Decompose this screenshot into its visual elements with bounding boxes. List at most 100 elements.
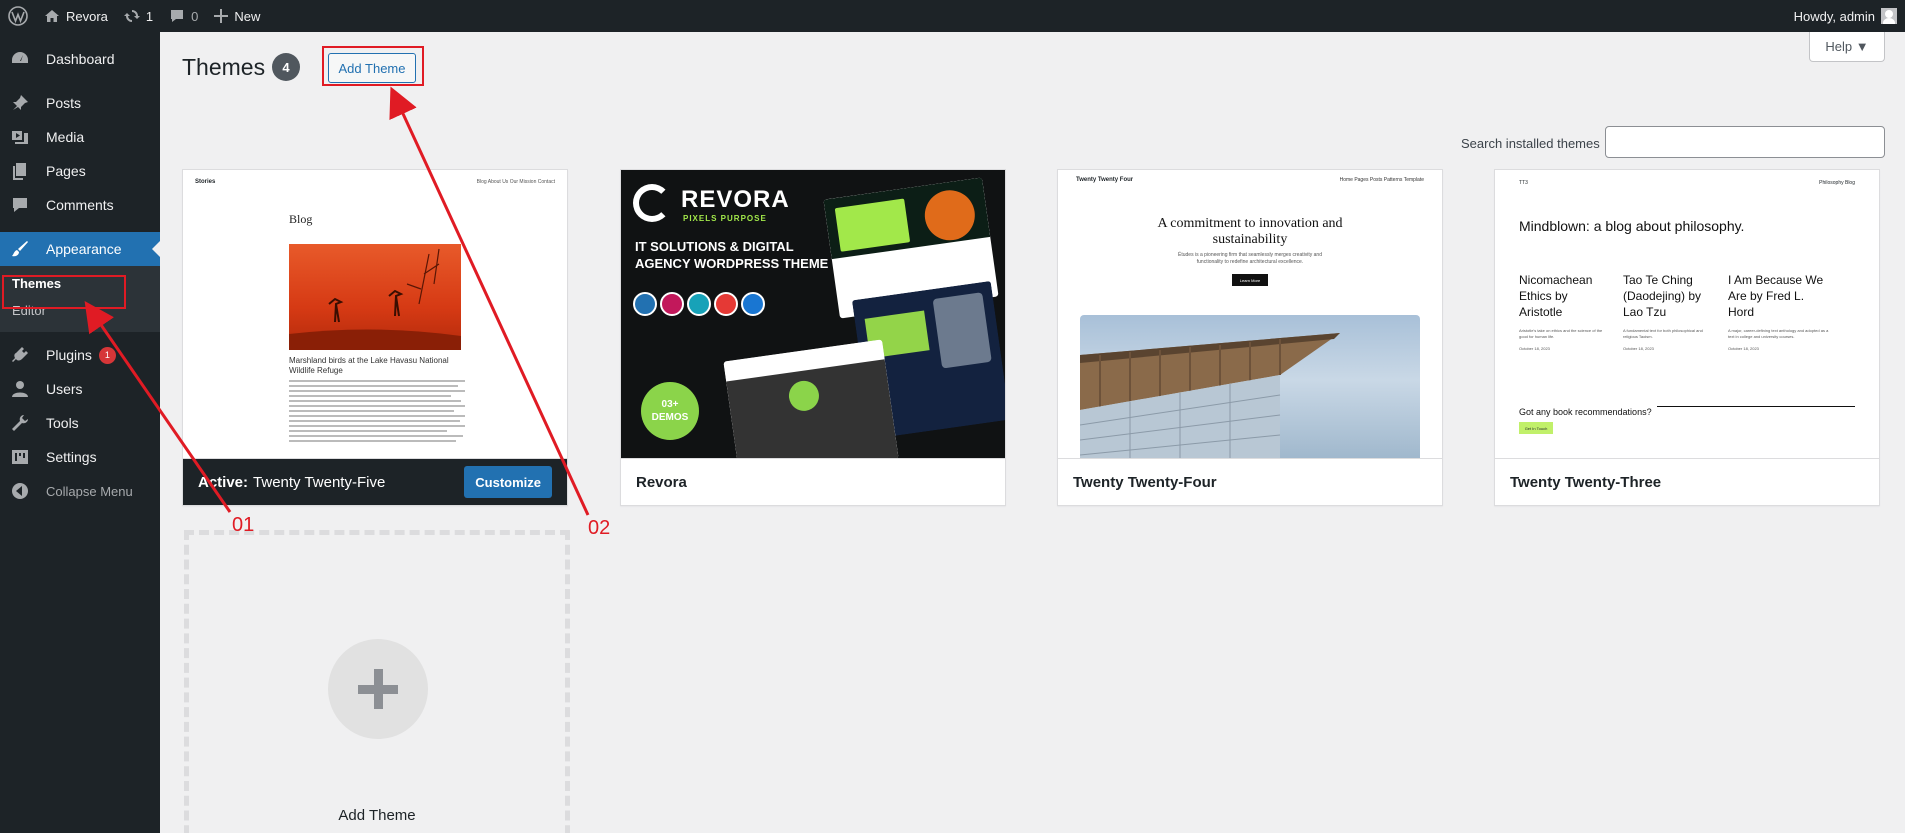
sidebar-item-label: Pages bbox=[46, 163, 86, 179]
collapse-menu-button[interactable]: Collapse Menu bbox=[0, 474, 160, 508]
preview-subtext: Études is a pioneering firm that seamles… bbox=[1178, 252, 1322, 265]
sidebar-item-label: Dashboard bbox=[46, 51, 115, 67]
preview-tagline: PIXELS PURPOSE bbox=[683, 214, 767, 223]
preview-body-text bbox=[289, 380, 465, 445]
demos-badge: 03+ DEMOS bbox=[641, 382, 699, 440]
sidebar-item-appearance[interactable]: Appearance bbox=[0, 232, 160, 266]
revora-logo-icon bbox=[633, 184, 671, 222]
theme-name-bar: Twenty Twenty-Three bbox=[1495, 458, 1879, 505]
customize-button[interactable]: Customize bbox=[464, 466, 552, 498]
users-icon bbox=[12, 381, 28, 397]
updates-icon bbox=[123, 10, 140, 22]
site-name: Revora bbox=[66, 8, 108, 24]
sidebar-item-media[interactable]: Media bbox=[0, 120, 160, 154]
sidebar-item-pages[interactable]: Pages bbox=[0, 154, 160, 188]
preview-nav: Blog About Us Our Mission Contact bbox=[476, 179, 555, 185]
admin-sidebar: Dashboard Posts Media Pages Comments App… bbox=[0, 32, 160, 833]
account-menu[interactable]: Howdy, admin bbox=[1780, 0, 1905, 32]
sidebar-item-label: Tools bbox=[46, 415, 79, 431]
greeting: Howdy, admin bbox=[1793, 8, 1875, 24]
comment-icon bbox=[171, 10, 184, 22]
wordpress-logo-icon[interactable] bbox=[0, 0, 36, 32]
sidebar-item-label: Users bbox=[46, 381, 83, 397]
sidebar-item-settings[interactable]: Settings bbox=[0, 440, 160, 474]
submenu-item-themes[interactable]: Themes bbox=[0, 270, 160, 297]
theme-name-bar: Twenty Twenty-Four bbox=[1058, 458, 1442, 505]
new-content-link[interactable]: New bbox=[206, 0, 268, 32]
admin-bar: Revora 1 0 New Howdy, admin bbox=[0, 0, 1905, 32]
mountain-icon bbox=[741, 292, 765, 316]
demos-count: 03+ bbox=[661, 399, 679, 410]
pin-icon bbox=[13, 95, 28, 110]
submenu-item-editor[interactable]: Editor bbox=[0, 297, 160, 324]
sidebar-item-users[interactable]: Users bbox=[0, 372, 160, 406]
elementor-icon bbox=[660, 292, 684, 316]
preview-post-desc: A fundamental text for both philosophica… bbox=[1623, 328, 1703, 339]
preview-nav: Philosophy Blog bbox=[1819, 180, 1855, 186]
preview-post-desc: Aristotle's take on ethics and the scien… bbox=[1519, 328, 1603, 339]
theme-name: Revora bbox=[636, 473, 687, 491]
avatar bbox=[1881, 8, 1897, 24]
theme-screenshot[interactable]: Stories Blog About Us Our Mission Contac… bbox=[183, 170, 567, 458]
preview-post-title: Tao Te Ching (Daodejing) by Lao Tzu bbox=[1623, 273, 1702, 319]
preview-image-birds bbox=[289, 244, 461, 350]
theme-card-twenty-twenty-three[interactable]: TT3 Philosophy Blog Mindblown: a blog ab… bbox=[1494, 169, 1880, 506]
theme-name-bar: Revora bbox=[621, 458, 1005, 505]
wrench-icon bbox=[12, 415, 28, 431]
preview-question: Got any book recommendations? bbox=[1519, 407, 1652, 417]
preview-post-date: October 18, 2023 bbox=[1623, 346, 1654, 351]
updates-count: 1 bbox=[145, 8, 154, 24]
preview-post: I Am Because We Are by Fred L. Hord A ma… bbox=[1728, 272, 1832, 351]
preview-brand: REVORA bbox=[681, 186, 790, 213]
search-input[interactable] bbox=[1605, 126, 1885, 158]
new-label: New bbox=[234, 8, 261, 24]
sidebar-item-label: Plugins bbox=[46, 347, 92, 363]
preview-mockup-3 bbox=[723, 339, 899, 458]
wordpress-icon bbox=[633, 292, 657, 316]
site-name-link[interactable]: Revora bbox=[36, 0, 116, 32]
preview-post-desc: A major, career-defining text anthology … bbox=[1728, 328, 1829, 339]
slider-icon bbox=[687, 292, 711, 316]
sidebar-item-plugins[interactable]: Plugins 1 bbox=[0, 338, 160, 372]
theme-screenshot[interactable]: Twenty Twenty Four Home Pages Posts Patt… bbox=[1058, 170, 1442, 458]
theme-card-twenty-twenty-five[interactable]: Stories Blog About Us Our Mission Contac… bbox=[182, 169, 568, 506]
plugin-icon bbox=[12, 347, 28, 362]
sidebar-item-dashboard[interactable]: Dashboard bbox=[0, 42, 160, 76]
comments-link[interactable]: 0 bbox=[161, 0, 206, 32]
collapse-menu-label: Collapse Menu bbox=[46, 483, 133, 499]
brush-icon bbox=[12, 241, 28, 257]
add-theme-card[interactable]: Add Theme bbox=[184, 530, 570, 833]
sidebar-item-comments[interactable]: Comments bbox=[0, 188, 160, 222]
sidebar-item-tools[interactable]: Tools bbox=[0, 406, 160, 440]
preview-caption: Marshland birds at the Lake Havasu Natio… bbox=[289, 356, 449, 375]
theme-card-twenty-twenty-four[interactable]: Twenty Twenty Four Home Pages Posts Patt… bbox=[1057, 169, 1443, 506]
preview-button: Learn More bbox=[1232, 274, 1268, 286]
preview-brand: Stories bbox=[195, 179, 216, 185]
active-prefix: Active: bbox=[198, 473, 249, 491]
sidebar-item-posts[interactable]: Posts bbox=[0, 86, 160, 120]
updates-link[interactable]: 1 bbox=[116, 0, 161, 32]
preview-nav: Home Pages Posts Patterns Template bbox=[1339, 177, 1424, 183]
theme-screenshot[interactable]: TT3 Philosophy Blog Mindblown: a blog ab… bbox=[1495, 170, 1879, 458]
media-icon bbox=[12, 131, 28, 144]
theme-name: Twenty Twenty-Three bbox=[1510, 473, 1662, 491]
preview-divider bbox=[1657, 406, 1855, 407]
plugins-update-badge: 1 bbox=[98, 346, 116, 364]
dashboard-icon bbox=[12, 52, 28, 63]
help-tab-button[interactable]: Help ▼ bbox=[1809, 32, 1885, 62]
comment-icon bbox=[13, 198, 27, 212]
preview-heading: Mindblown: a blog about philosophy. bbox=[1519, 218, 1745, 234]
add-theme-card-label: Add Theme bbox=[338, 807, 416, 824]
home-icon bbox=[45, 10, 59, 22]
theme-screenshot[interactable]: REVORA PIXELS PURPOSE IT SOLUTIONS & DIG… bbox=[621, 170, 1005, 458]
theme-card-revora[interactable]: REVORA PIXELS PURPOSE IT SOLUTIONS & DIG… bbox=[620, 169, 1006, 506]
appearance-submenu: Themes Editor bbox=[0, 266, 160, 332]
sidebar-item-label: Posts bbox=[46, 95, 82, 111]
settings-icon bbox=[12, 450, 28, 464]
preview-post: Tao Te Ching (Daodejing) by Lao Tzu A fu… bbox=[1623, 272, 1707, 351]
add-theme-button[interactable]: Add Theme bbox=[328, 53, 416, 83]
page-title: Themes bbox=[182, 54, 266, 80]
preview-post-title: I Am Because We Are by Fred L. Hord bbox=[1728, 273, 1824, 319]
main-content: Help ▼ Themes 4 Add Theme Search install… bbox=[160, 32, 1905, 833]
preview-post-date: October 18, 2023 bbox=[1519, 346, 1550, 351]
